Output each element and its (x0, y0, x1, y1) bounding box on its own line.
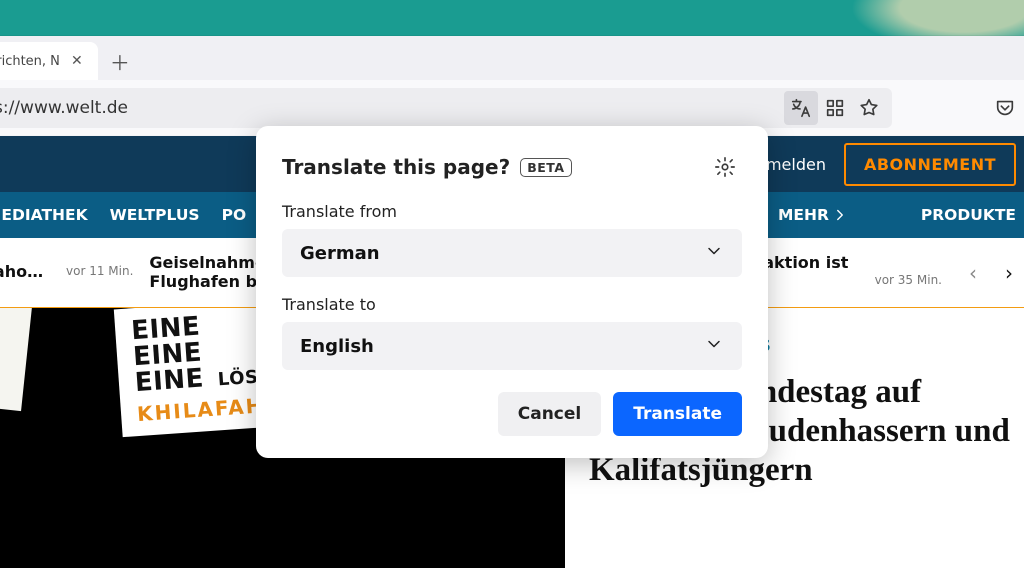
gear-icon[interactable] (708, 150, 742, 184)
nav-more-label: MEHR (778, 206, 829, 224)
translate-dialog: Translate this page? BETA Translate from… (256, 126, 768, 458)
select-value: English (300, 336, 374, 357)
url-bar[interactable]: s://www.welt.de (0, 88, 892, 128)
close-icon[interactable]: ✕ (68, 52, 86, 70)
chevron-down-icon (704, 334, 724, 359)
cancel-button[interactable]: Cancel (498, 392, 601, 436)
nav-item[interactable]: PO (222, 206, 247, 224)
nav-item[interactable]: WELTPLUS (110, 206, 200, 224)
ticker-title[interactable]: Mahomes (0, 263, 58, 281)
url-text: s://www.welt.de (0, 98, 784, 118)
translate-icon[interactable] (784, 91, 818, 125)
pocket-icon[interactable] (988, 91, 1022, 125)
placard-line: EINE (134, 365, 205, 396)
ticker-time: vor 35 Min. (875, 273, 942, 287)
nav-item[interactable]: MEDIATHEK (0, 206, 88, 224)
nav-item[interactable]: PRODUKTE (921, 206, 1016, 224)
tab-strip: hrichten, N ✕ ＋ (0, 36, 1024, 80)
browser-tab[interactable]: hrichten, N ✕ (0, 42, 98, 80)
nav-more[interactable]: MEHR (778, 206, 849, 224)
select-value: German (300, 243, 380, 264)
ticker-prev-icon[interactable]: ‹ (958, 258, 988, 288)
new-tab-button[interactable]: ＋ (104, 45, 136, 77)
ticker-next-icon[interactable]: › (994, 258, 1024, 288)
to-label: Translate to (282, 295, 742, 314)
translate-button[interactable]: Translate (613, 392, 742, 436)
beta-badge: BETA (520, 158, 571, 177)
chevron-down-icon (704, 241, 724, 266)
tab-title: hrichten, N (0, 54, 60, 69)
translate-from-select[interactable]: German (282, 229, 742, 277)
from-label: Translate from (282, 202, 742, 221)
translate-to-select[interactable]: English (282, 322, 742, 370)
ticker-time: vor 11 Min. (66, 264, 133, 278)
subscribe-button[interactable]: ABONNEMENT (844, 143, 1016, 186)
reader-view-icon[interactable] (818, 91, 852, 125)
bookmark-star-icon[interactable] (852, 91, 886, 125)
dialog-title: Translate this page? (282, 155, 510, 179)
